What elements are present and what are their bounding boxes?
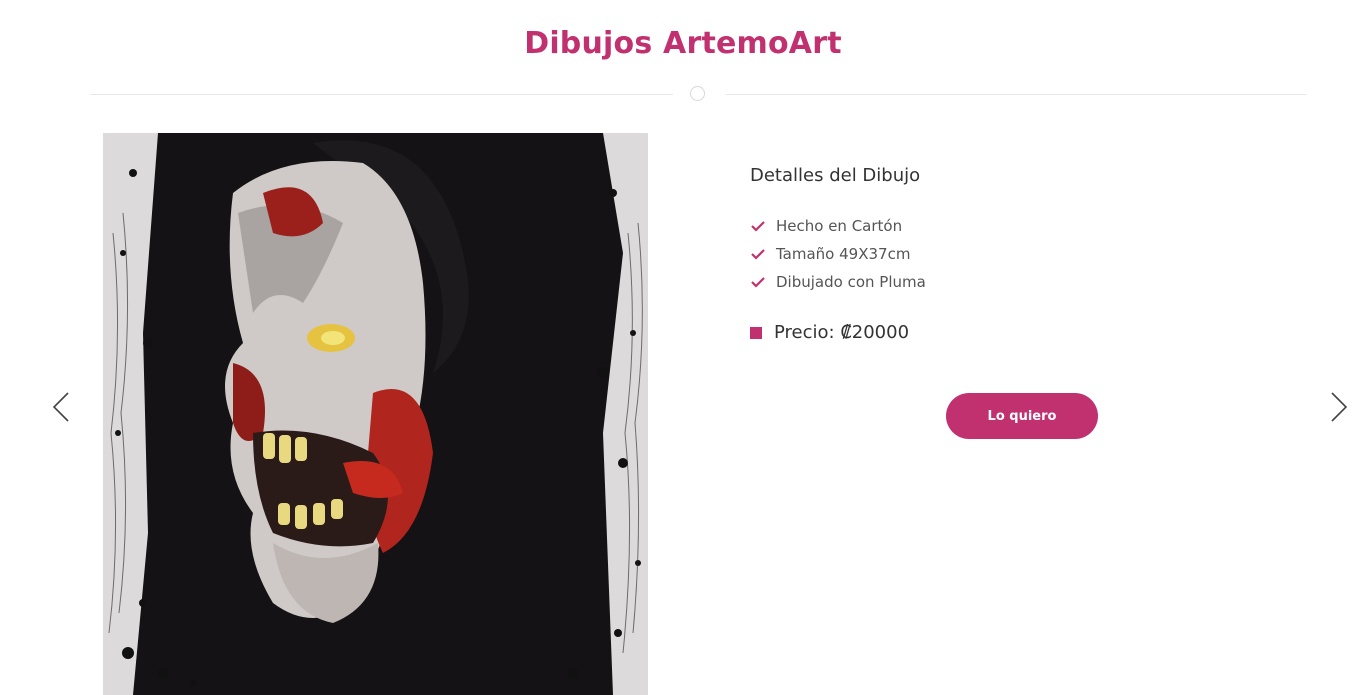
price-label: Precio: ₡20000 <box>774 322 910 343</box>
check-icon <box>751 249 765 260</box>
feature-item: Dibujado con Pluma <box>750 268 926 296</box>
carousel-prev-button[interactable] <box>50 390 74 424</box>
carousel-next-button[interactable] <box>1326 390 1350 424</box>
lo-quiero-button[interactable]: Lo quiero <box>946 393 1098 439</box>
details-heading: Detalles del Dibujo <box>750 165 921 186</box>
title-divider-right <box>726 94 1307 95</box>
square-icon <box>750 326 762 339</box>
check-icon <box>751 221 765 232</box>
feature-label: Dibujado con Pluma <box>776 273 926 291</box>
feature-label: Hecho en Cartón <box>776 217 903 235</box>
artwork-image <box>103 133 648 695</box>
feature-item: Hecho en Cartón <box>750 212 926 240</box>
feature-item: Tamaño 49X37cm <box>750 240 926 268</box>
title-divider-left <box>90 94 673 95</box>
feature-label: Tamaño 49X37cm <box>776 245 911 263</box>
chevron-right-icon <box>1331 392 1348 422</box>
divider-circle-icon <box>690 86 705 101</box>
check-icon <box>751 277 765 288</box>
feature-list: Hecho en Cartón Tamaño 49X37cm Dibujado … <box>750 212 926 296</box>
page-title: Dibujos ArtemoArt <box>524 26 842 61</box>
chevron-left-icon <box>52 392 69 422</box>
price: Precio: ₡20000 <box>750 322 909 343</box>
